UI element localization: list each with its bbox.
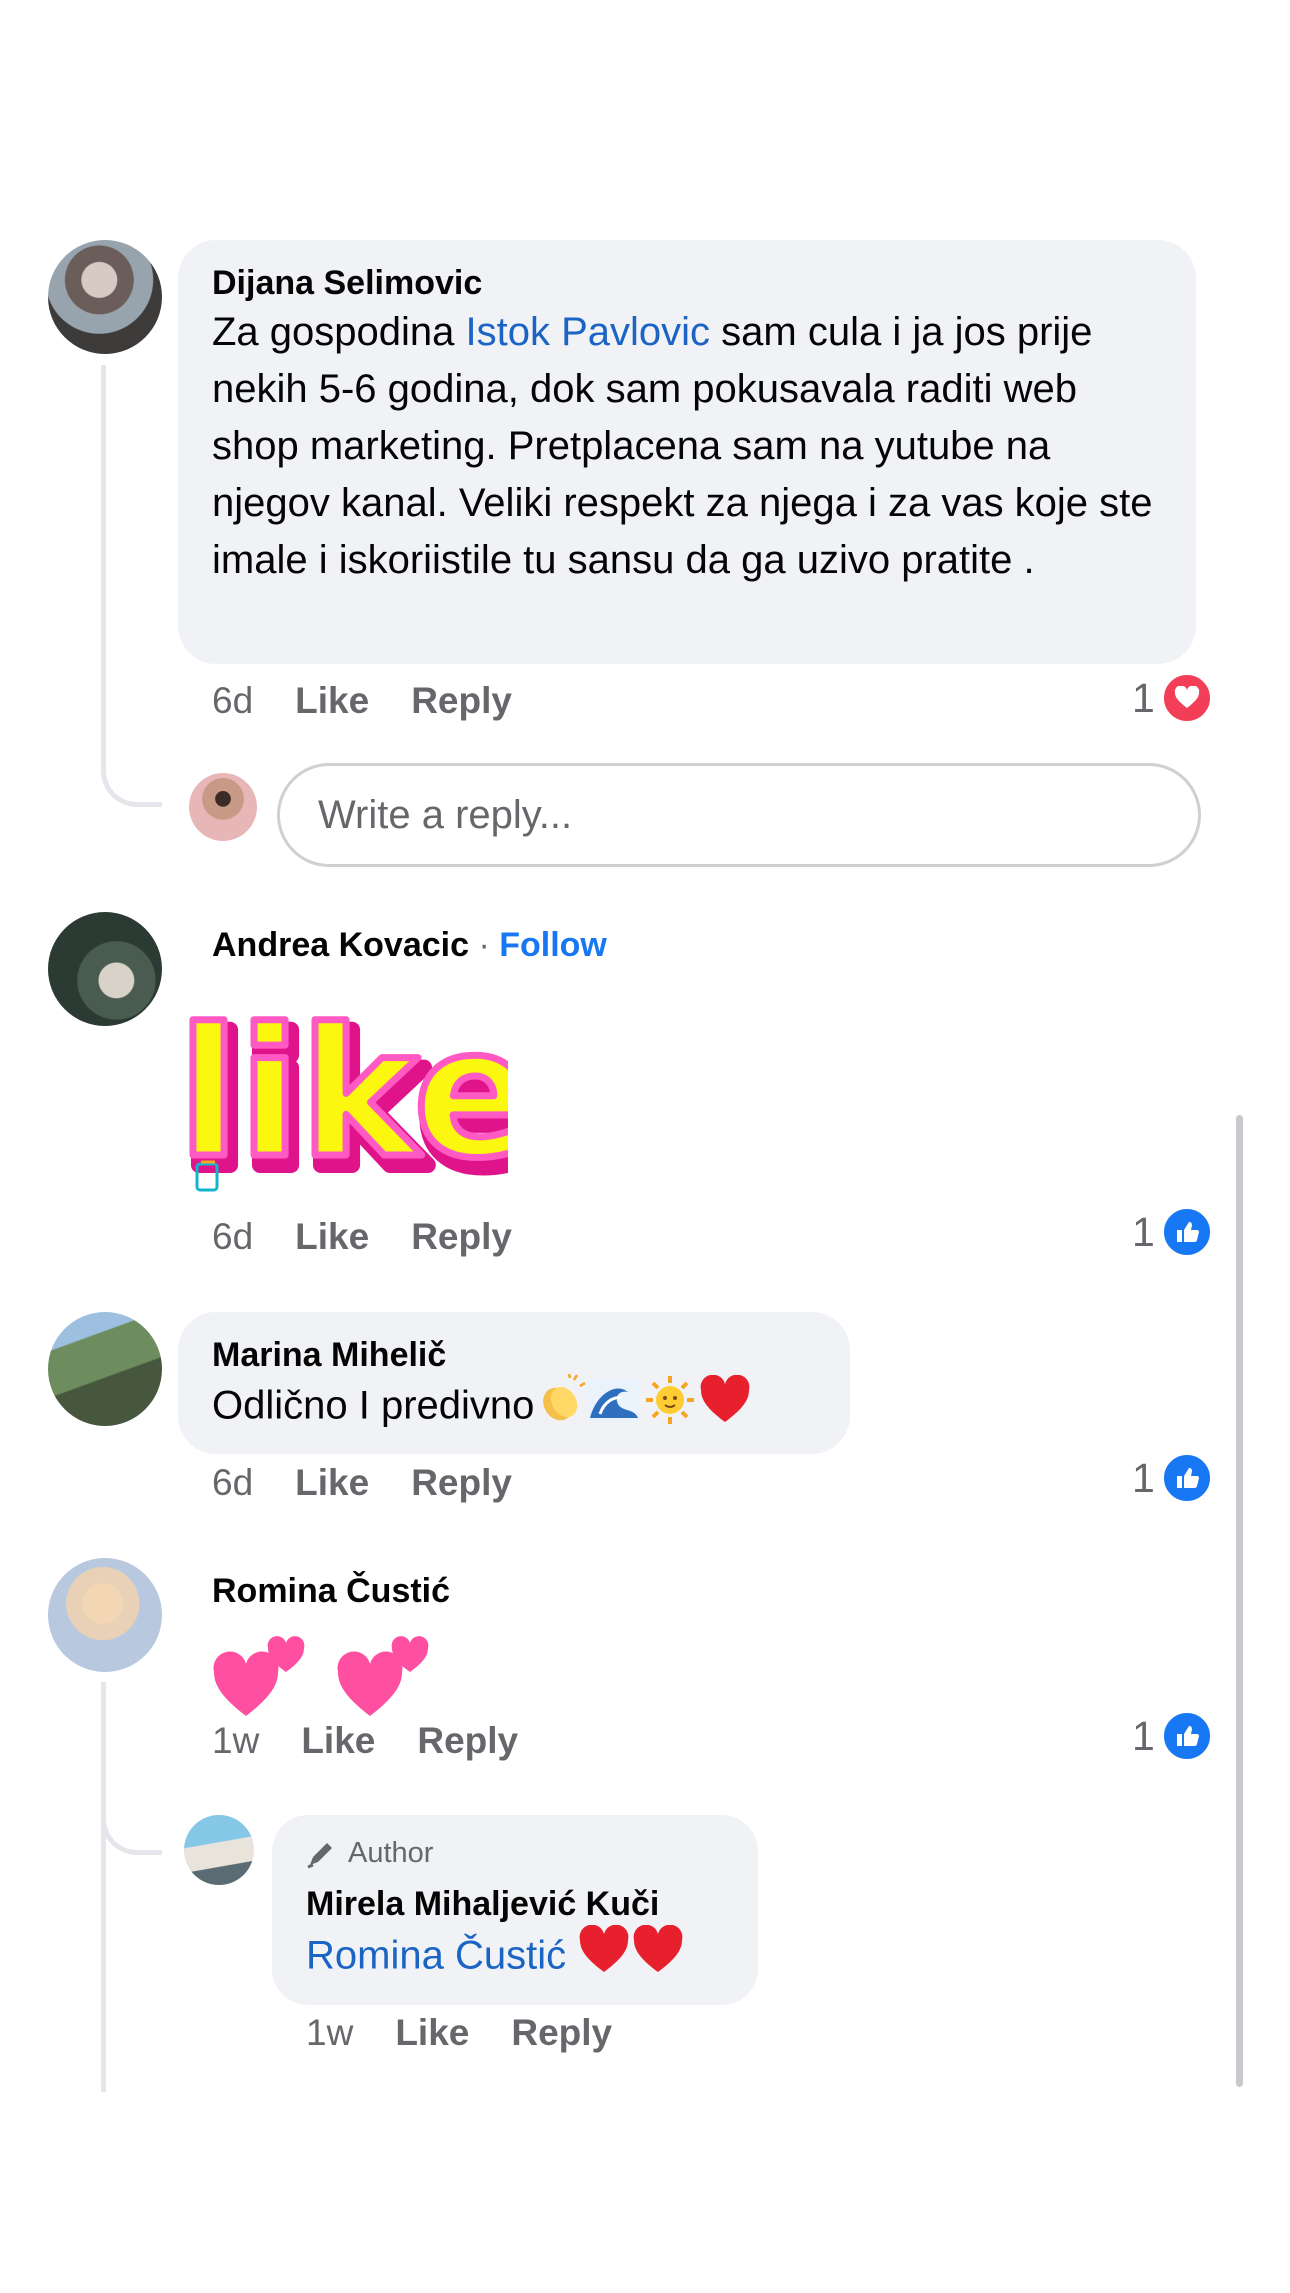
reply-button[interactable]: Reply <box>417 1720 518 1762</box>
timestamp[interactable]: 1w <box>212 1720 259 1762</box>
comment-actions: 6d Like Reply <box>212 1216 512 1258</box>
red-heart-icon <box>631 1924 685 1991</box>
author-badge: Author <box>306 1837 433 1870</box>
comment-bubble[interactable]: Dijana Selimovic Za gospodina Istok Pavl… <box>178 240 1196 664</box>
reply-author[interactable]: Mirela Mihaljević Kuči <box>306 1883 659 1925</box>
reaction-summary[interactable]: 1 <box>1132 1710 1213 1762</box>
comment-emoji-content <box>212 1622 436 1727</box>
reply-button[interactable]: Reply <box>411 1216 512 1258</box>
comment-text: Odlično I predivno <box>212 1373 752 1442</box>
red-heart-icon <box>698 1374 752 1441</box>
scrollbar[interactable] <box>1236 1115 1243 2087</box>
avatar[interactable] <box>48 1558 162 1672</box>
timestamp[interactable]: 6d <box>212 1462 253 1504</box>
timestamp[interactable]: 1w <box>306 2012 353 2054</box>
separator: · <box>478 926 490 964</box>
comment-author[interactable]: Dijana Selimovic <box>212 262 482 304</box>
timestamp[interactable]: 6d <box>212 1216 253 1258</box>
comment-text: Za gospodina Istok Pavlovic sam cula i j… <box>212 310 1153 582</box>
thumbs-up-icon <box>1160 1452 1213 1504</box>
comment-actions: 6d Like Reply <box>212 680 512 722</box>
thread-connector <box>101 1790 162 1855</box>
thread-line <box>101 1682 106 2092</box>
avatar[interactable] <box>48 1312 162 1426</box>
sticker-badge-icon <box>195 1160 221 1192</box>
two-hearts-icon <box>212 1622 312 1727</box>
avatar[interactable] <box>48 240 162 354</box>
comment-actions: 1w Like Reply <box>212 1720 518 1762</box>
reply-button[interactable]: Reply <box>411 1462 512 1504</box>
clapping-hands-icon <box>534 1373 587 1442</box>
sun-icon <box>642 1374 698 1442</box>
comment-author[interactable]: Marina Mihelič <box>212 1334 446 1376</box>
like-sticker[interactable]: like like <box>175 987 549 1216</box>
thread-connector <box>101 740 162 807</box>
reaction-count: 1 <box>1132 1208 1155 1255</box>
reply-input[interactable]: Write a reply... <box>277 763 1201 867</box>
avatar[interactable] <box>48 912 162 1026</box>
two-hearts-icon <box>336 1622 436 1727</box>
red-heart-icon <box>577 1924 631 1991</box>
reply-bubble[interactable]: Author Mirela Mihaljević Kuči Romina Čus… <box>272 1815 758 2005</box>
current-user-avatar <box>189 773 257 841</box>
avatar[interactable] <box>184 1815 254 1885</box>
mention-link[interactable]: Romina Čustić <box>306 1934 566 1978</box>
like-button[interactable]: Like <box>395 2012 469 2054</box>
reaction-count: 1 <box>1132 1454 1155 1501</box>
reply-button[interactable]: Reply <box>411 680 512 722</box>
reaction-summary[interactable]: 1 <box>1132 672 1213 724</box>
reply-placeholder: Write a reply... <box>318 792 573 837</box>
reaction-summary[interactable]: 1 <box>1132 1452 1213 1504</box>
reply-button[interactable]: Reply <box>511 2012 612 2054</box>
like-button[interactable]: Like <box>295 680 369 722</box>
reaction-count: 1 <box>1132 674 1155 721</box>
follow-button[interactable]: Follow <box>499 926 607 964</box>
reply-actions: 1w Like Reply <box>306 2012 612 2054</box>
thread-line <box>101 365 106 755</box>
comment-header: Andrea Kovacic · Follow <box>212 924 607 966</box>
comment-actions: 6d Like Reply <box>212 1462 512 1504</box>
like-button[interactable]: Like <box>301 1720 375 1762</box>
comment-author[interactable]: Romina Čustić <box>212 1570 450 1612</box>
thumbs-up-icon <box>1160 1710 1213 1762</box>
mention-link[interactable]: Istok Pavlovic <box>466 310 711 354</box>
comment-bubble[interactable]: Marina Mihelič Odlično I predivno <box>178 1312 850 1454</box>
pen-icon <box>307 1842 332 1868</box>
thumbs-up-icon <box>1160 1206 1213 1258</box>
wave-icon <box>586 1374 642 1442</box>
svg-text:like: like <box>178 1005 508 1195</box>
like-button[interactable]: Like <box>295 1462 369 1504</box>
timestamp[interactable]: 6d <box>212 680 253 722</box>
reaction-count: 1 <box>1132 1712 1155 1759</box>
like-button[interactable]: Like <box>295 1216 369 1258</box>
comment-author[interactable]: Andrea Kovacic <box>212 926 469 964</box>
reaction-summary[interactable]: 1 <box>1132 1206 1213 1258</box>
reply-text: Romina Čustić <box>306 1924 685 1991</box>
heart-icon <box>1160 672 1213 724</box>
